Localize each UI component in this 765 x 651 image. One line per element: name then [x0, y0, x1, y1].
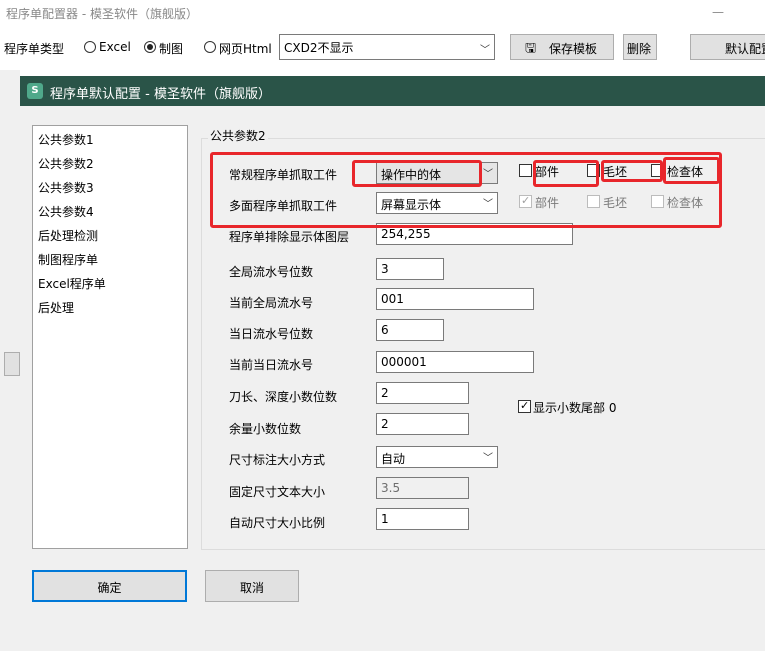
fixed-text-size-input[interactable]: 3.5: [376, 477, 469, 499]
dialog-title-bar: S 程序单默认配置 - 模圣软件（旗舰版）: [20, 76, 765, 106]
global-serial-digits-label: 全局流水号位数: [229, 265, 314, 279]
allowance-decimals-input[interactable]: 2: [376, 413, 469, 435]
ok-button[interactable]: 确定: [32, 570, 187, 602]
chevron-down-icon: ﹀: [483, 453, 493, 464]
global-serial-digits-input[interactable]: 3: [376, 258, 444, 280]
radio-excel[interactable]: [84, 41, 96, 53]
radio-web[interactable]: [204, 41, 216, 53]
current-global-serial-label: 当前全局流水号: [229, 296, 314, 310]
tool-length-decimals-value: 2: [381, 386, 389, 400]
delete-label: 删除: [627, 42, 652, 56]
app-logo-icon: S: [27, 83, 43, 99]
highlight-blank-box: [601, 160, 663, 182]
daily-serial-digits-value: 6: [381, 323, 389, 337]
dialog-title: 程序单默认配置 - 模圣软件（旗舰版）: [50, 87, 271, 102]
current-global-serial-input[interactable]: 001: [376, 288, 534, 310]
nav-item[interactable]: Excel程序单: [38, 275, 106, 292]
radio-drawing-label[interactable]: 制图: [159, 40, 183, 57]
delete-button[interactable]: 删除: [623, 34, 657, 60]
radio-drawing[interactable]: [144, 41, 156, 53]
dimension-size-mode-select[interactable]: 自动 ﹀: [376, 446, 498, 468]
cancel-button[interactable]: 取消: [205, 570, 299, 602]
daily-serial-digits-label: 当日流水号位数: [229, 327, 314, 341]
current-global-serial-value: 001: [381, 292, 404, 306]
main-hidden-button: [4, 352, 20, 376]
group-title: 公共参数2: [208, 127, 268, 144]
show-trailing-zero-checkbox[interactable]: ✓: [518, 399, 531, 413]
nav-item[interactable]: 后处理检测: [38, 227, 98, 244]
current-daily-serial-label: 当前当日流水号: [229, 358, 314, 372]
nav-item[interactable]: 公共参数1: [38, 131, 94, 148]
tool-length-decimals-input[interactable]: 2: [376, 382, 469, 404]
tool-length-decimals-label: 刀长、深度小数位数: [229, 390, 338, 404]
save-template-label: 保存模板: [549, 42, 598, 56]
default-config-button[interactable]: 默认配置: [690, 34, 765, 60]
highlight-part-box: [533, 160, 599, 187]
nav-item[interactable]: 后处理: [38, 299, 74, 316]
template-select[interactable]: CXD2不显示 ﹀: [279, 34, 495, 60]
save-icon: 🖫: [525, 41, 537, 56]
program-type-label: 程序单类型: [4, 42, 65, 56]
dimension-size-mode-value: 自动: [381, 452, 406, 466]
main-toolbar: 程序单类型 Excel 制图 网页Html CXD2不显示 ﹀ 🖫 保存模板 删…: [0, 26, 765, 70]
fixed-text-size-label: 固定尺寸文本大小: [229, 485, 326, 499]
nav-item[interactable]: 制图程序单: [38, 251, 98, 268]
radio-excel-label[interactable]: Excel: [99, 40, 131, 54]
radio-web-label[interactable]: 网页Html: [219, 40, 272, 57]
minimize-icon[interactable]: —: [712, 5, 724, 19]
exclude-layer-label: 程序单排除显示体图层: [229, 230, 350, 244]
daily-serial-digits-input[interactable]: 6: [376, 319, 444, 341]
default-config-label: 默认配置: [725, 42, 765, 56]
allowance-decimals-value: 2: [381, 417, 389, 431]
auto-size-ratio-value: 1: [381, 512, 389, 526]
nav-item[interactable]: 公共参数2: [38, 155, 94, 172]
cancel-label: 取消: [239, 581, 264, 595]
check-icon: ✓: [520, 399, 530, 412]
fixed-text-size-value: 3.5: [381, 481, 401, 495]
nav-item[interactable]: 公共参数4: [38, 203, 94, 220]
main-title-bar: 程序单配置器 - 模圣软件（旗舰版） —: [0, 0, 765, 26]
show-trailing-zero-label: 显示小数尾部 0: [533, 401, 617, 415]
current-daily-serial-input[interactable]: 000001: [376, 351, 534, 373]
auto-size-ratio-input[interactable]: 1: [376, 508, 469, 530]
auto-size-ratio-label: 自动尺寸大小比例: [229, 516, 326, 530]
ok-label: 确定: [97, 581, 122, 595]
dimension-size-mode-label: 尺寸标注大小方式: [229, 453, 326, 467]
chevron-down-icon: ﹀: [480, 45, 490, 56]
main-title: 程序单配置器 - 模圣软件（旗舰版）: [6, 7, 198, 21]
highlight-select-box: [352, 160, 482, 187]
save-template-button[interactable]: 🖫 保存模板: [510, 34, 614, 60]
current-daily-serial-value: 000001: [381, 355, 427, 369]
nav-item[interactable]: 公共参数3: [38, 179, 94, 196]
global-serial-digits-value: 3: [381, 262, 389, 276]
exclude-layer-value: 254,255: [381, 227, 431, 241]
template-select-value: CXD2不显示: [284, 41, 354, 55]
allowance-decimals-label: 余量小数位数: [229, 422, 302, 436]
highlight-inspect-box: [663, 157, 720, 184]
parameter-nav-list: 公共参数1 公共参数2 公共参数3 公共参数4 后处理检测 制图程序单 Exce…: [32, 125, 188, 549]
